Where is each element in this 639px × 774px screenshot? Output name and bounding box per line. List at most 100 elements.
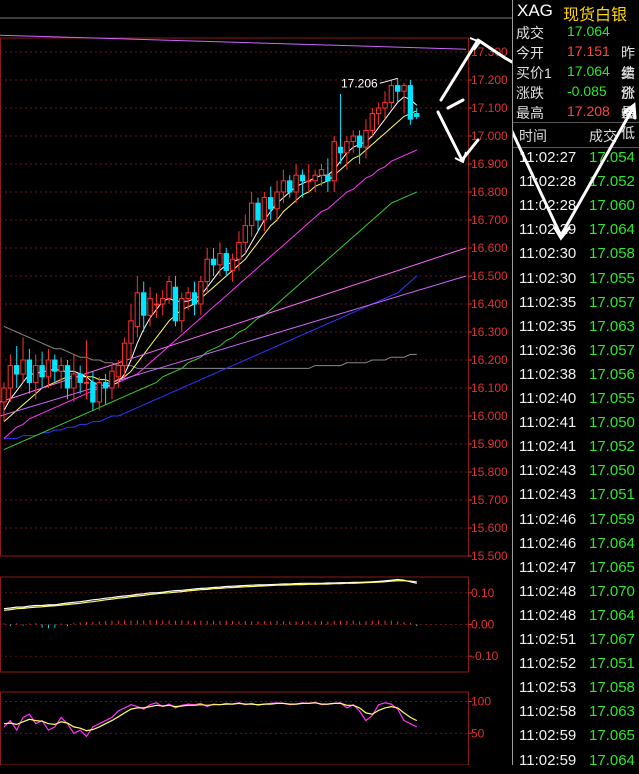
tick-row[interactable]: 11:02:58 17.063	[513, 701, 639, 725]
tick-row[interactable]: 11:02:52 17.051	[513, 653, 639, 677]
y-tick-label: 16.900	[471, 157, 508, 171]
tick-time: 11:02:48	[519, 606, 577, 624]
candle-body-up	[33, 365, 39, 383]
candle-body-up	[134, 292, 141, 327]
candle-body-up	[388, 85, 395, 103]
candle-body-down	[407, 85, 414, 120]
candle-body-up	[204, 258, 210, 283]
tick-price: 17.070	[589, 582, 635, 600]
tick-time: 11:02:51	[519, 631, 577, 648]
candle-body-up	[229, 258, 236, 271]
tick-row[interactable]: 11:02:35 17.057	[513, 292, 639, 316]
tick-row[interactable]: 11:02:38 17.056	[513, 364, 639, 388]
tick-price: 17.055	[589, 269, 635, 287]
candle-body-down	[64, 365, 71, 389]
tick-row[interactable]: 11:02:59 17.065	[513, 725, 639, 749]
tick-row[interactable]: 11:02:41 17.050	[513, 412, 639, 436]
annotation-arrow	[503, 56, 514, 64]
high-price-pointer	[379, 77, 398, 84]
candle-body-up	[248, 202, 255, 227]
ma-line-ma40	[3, 191, 418, 451]
tick-row[interactable]: 11:02:47 17.065	[513, 557, 639, 581]
tick-price: 17.059	[589, 510, 635, 528]
tick-row[interactable]: 11:02:35 17.063	[513, 316, 639, 340]
tick-time: 11:02:35	[519, 293, 577, 311]
candle-body-down	[395, 85, 401, 92]
tick-time: 11:02:36	[519, 341, 577, 359]
candle-body-up	[217, 253, 223, 266]
tick-row[interactable]: 11:02:53 17.058	[513, 677, 639, 701]
tick-row[interactable]: 11:02:48 17.064	[513, 605, 639, 629]
tick-price: 17.057	[589, 293, 635, 311]
y-tick-label: 15.500	[471, 549, 508, 563]
tick-price: 17.067	[589, 631, 635, 648]
tick-row[interactable]: 11:02:30 17.055	[513, 268, 639, 292]
candle-body-down	[14, 365, 20, 375]
candle-body-up	[45, 359, 52, 378]
y-tick-label: 50	[471, 726, 485, 740]
candle-body-up	[185, 292, 191, 299]
kdj-line-0	[3, 701, 418, 738]
candle-body-up	[242, 225, 249, 243]
tick-time: 11:02:52	[519, 655, 577, 673]
y-tick-label: 0.00	[471, 618, 495, 632]
tick-time: 11:02:53	[519, 679, 577, 697]
candle-body-up	[375, 107, 382, 115]
candle-body-up	[166, 281, 172, 299]
candle-body-up	[20, 359, 26, 375]
tick-row[interactable]: 11:02:41 17.052	[513, 436, 639, 460]
y-tick-label: 16.800	[471, 185, 508, 199]
candle-body-up	[382, 101, 388, 109]
tick-row[interactable]: 11:02:40 17.055	[513, 388, 639, 412]
tick-time: 11:02:47	[519, 558, 577, 576]
tick-row[interactable]: 11:02:43 17.050	[513, 460, 639, 484]
candle-body-down	[90, 381, 96, 403]
candle-body-up	[160, 297, 166, 305]
y-tick-label: 100	[471, 695, 491, 709]
y-tick-label: 0.10	[471, 586, 495, 600]
candle-body-down	[223, 253, 229, 271]
candle-body-down	[39, 365, 45, 378]
candle-body-up	[350, 135, 356, 143]
candle-body-up	[96, 381, 102, 403]
tick-row[interactable]: 11:02:36 17.057	[513, 340, 639, 364]
ma-line-ma60	[4, 275, 418, 439]
chart-area: 17.300 17.200 17.100 17.000 16.900 16.800 16.7…	[0, 0, 514, 766]
annotation-arrow	[561, 106, 635, 234]
tick-price: 17.064	[589, 534, 635, 552]
tick-time: 11:02:46	[519, 510, 577, 528]
tick-row[interactable]: 11:02:48 17.070	[513, 581, 639, 605]
candle-body-down	[356, 135, 363, 148]
candle-body-up	[147, 297, 153, 316]
tick-row[interactable]: 11:02:46 17.064	[513, 533, 639, 557]
y-tick-label: 15.800	[471, 465, 508, 479]
tick-row[interactable]: 11:02:46 17.059	[513, 509, 639, 533]
y-tick-label: 15.900	[471, 437, 508, 451]
tick-time: 11:02:43	[519, 486, 577, 504]
candle-body-up	[312, 174, 318, 182]
candle-body-up	[179, 297, 185, 322]
candle-body-up	[115, 365, 121, 378]
y-tick-label: 17.200	[471, 73, 508, 87]
tick-price: 17.051	[589, 486, 635, 504]
tick-time: 11:02:30	[519, 269, 577, 287]
candle-body-down	[255, 202, 261, 221]
annotation-arrow	[446, 98, 465, 110]
y-tick-label: 16.500	[471, 269, 508, 283]
ma-line-ma20	[3, 149, 418, 439]
tick-time: 11:02:58	[519, 703, 577, 721]
candle-body-down	[77, 373, 83, 383]
tick-price: 17.064	[589, 751, 635, 769]
tick-row[interactable]: 11:02:59 17.064	[513, 750, 639, 774]
candle-body-down	[414, 113, 420, 117]
candle-body-down	[299, 174, 306, 182]
tick-row[interactable]: 11:02:51 17.067	[513, 629, 639, 653]
tick-row[interactable]: 11:02:43 17.051	[513, 484, 639, 508]
tick-time: 11:02:40	[519, 390, 577, 407]
tick-price: 17.065	[589, 727, 635, 745]
tick-time: 11:02:48	[519, 582, 577, 600]
tick-time: 11:02:59	[519, 751, 577, 769]
tick-time: 11:02:38	[519, 365, 577, 383]
tick-time: 11:02:59	[519, 727, 577, 745]
macd-line-1	[3, 580, 417, 611]
